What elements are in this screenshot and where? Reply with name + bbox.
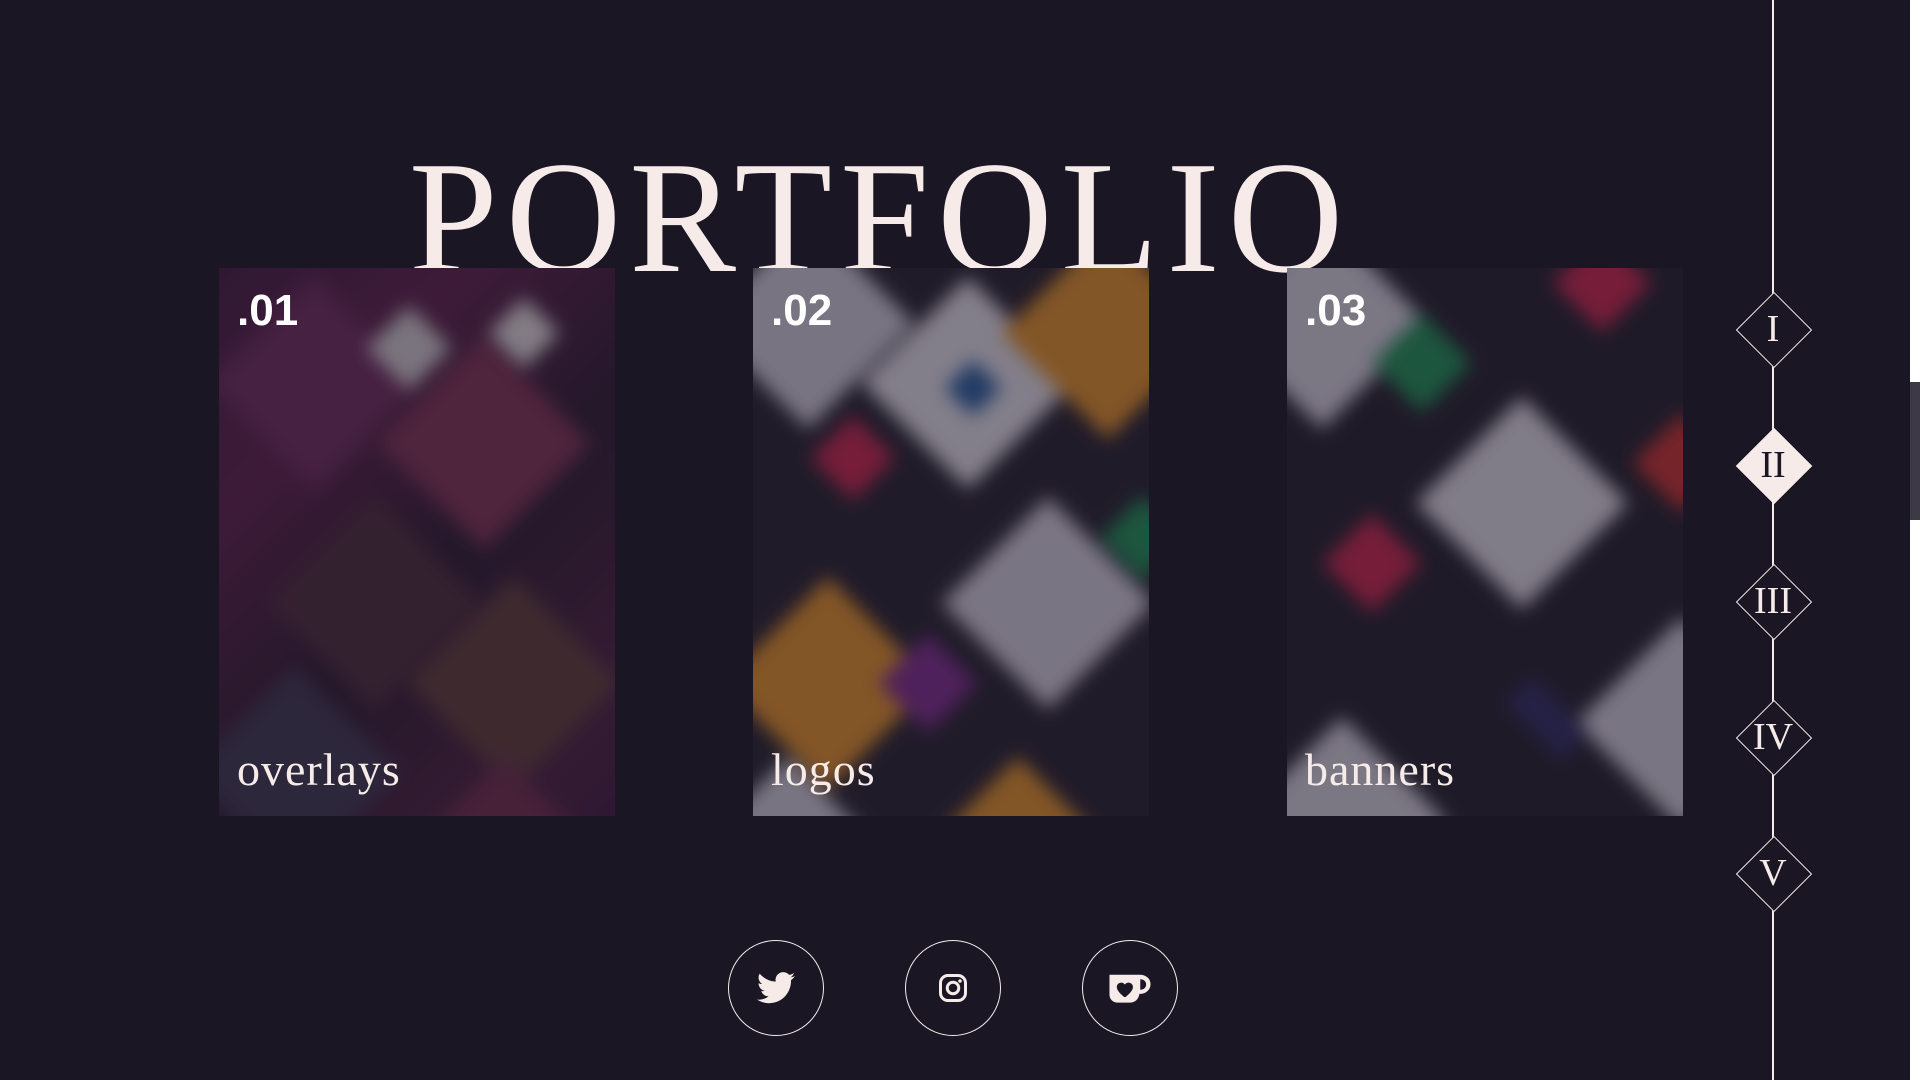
card-number: .02 [771,286,833,335]
section-nav-item-2[interactable] [1735,427,1813,505]
social-links [728,940,1178,1038]
card-logos[interactable]: .02 logos [753,268,1149,816]
card-number: .03 [1305,286,1367,335]
portfolio-cards: .01 overlays .02 logos .03 banners [219,268,1683,816]
card-label: logos [771,744,876,795]
portfolio-page: PORTFOLIO .01 overlays .02 logos .03 ban… [0,0,1920,1080]
section-nav-item-3[interactable] [1735,563,1813,641]
instagram-button[interactable] [905,940,1001,1036]
card-number: .01 [237,286,299,335]
card-banners[interactable]: .03 banners [1287,268,1683,816]
section-nav-item-4[interactable] [1735,699,1813,777]
card-label: banners [1305,744,1456,795]
section-nav-item-1[interactable] [1735,291,1813,369]
twitter-icon [757,972,795,1004]
ko-fi-button[interactable] [1082,940,1178,1036]
instagram-icon [939,974,967,1002]
ko-fi-icon [1109,974,1151,1003]
card-label: overlays [237,744,401,795]
twitter-button[interactable] [728,940,824,1036]
scrollbar-track[interactable] [1910,0,1920,1080]
scrollbar-thumb[interactable] [1910,382,1920,520]
section-nav-item-5[interactable] [1735,835,1813,913]
section-nav-line [1772,0,1774,1080]
card-overlays[interactable]: .01 overlays [219,268,615,816]
